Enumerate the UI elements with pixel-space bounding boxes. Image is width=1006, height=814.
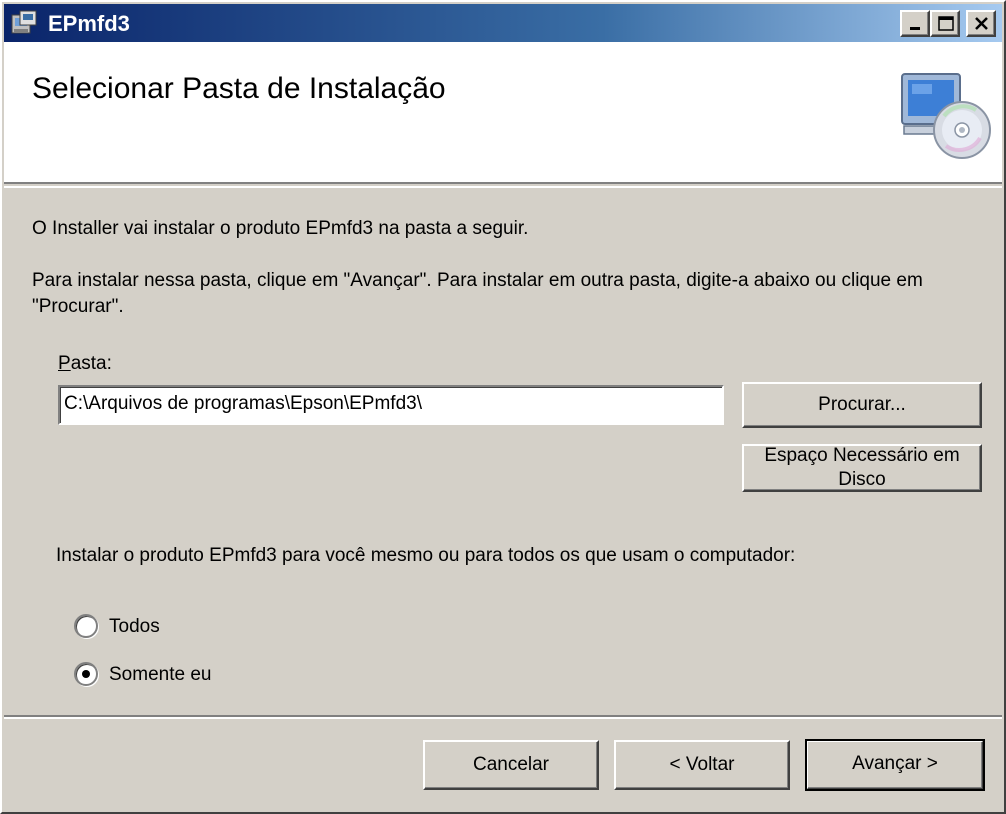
install-for-text: Instalar o produto EPmfd3 para você mesm… [56,545,796,566]
back-button[interactable]: < Voltar [614,740,790,790]
folder-label-text: asta: [70,353,112,374]
computer-cd-icon [901,73,991,159]
radio-everyone[interactable] [74,614,98,638]
folder-label: Pasta: [58,351,112,377]
radio-just-me-label[interactable]: Somente eu [109,662,211,688]
banner-divider [4,186,1002,188]
disk-cost-button[interactable]: Espaço Necessário em Disco [742,444,982,492]
maximize-button[interactable] [930,10,960,37]
cancel-button[interactable]: Cancelar [423,740,599,790]
folder-path-input[interactable]: C:\Arquivos de programas\Epson\EPmfd3\ [58,385,724,425]
radio-everyone-label[interactable]: Todos [109,614,160,640]
installer-window: EPmfd3 Selecionar Pasta de Instalação O … [0,0,1006,814]
radio-selected-dot [82,670,90,678]
minimize-button[interactable] [900,10,930,37]
page-heading: Selecionar Pasta de Instalação [32,72,446,105]
instructions-text: Para instalar nessa pasta, clique em "Av… [32,270,923,317]
minimize-icon [910,27,920,30]
folder-label-mnemonic: P [58,353,71,374]
window-title: EPmfd3 [48,11,130,36]
disk-cost-label: Espaço Necessário em Disco [764,445,960,490]
close-button[interactable] [966,10,996,37]
title-bar[interactable]: EPmfd3 [4,4,1002,42]
info-text: O Installer vai instalar o produto EPmfd… [32,218,529,239]
footer-divider-highlight [4,717,1002,719]
next-button[interactable]: Avançar > [805,739,985,791]
header-banner [4,42,1002,184]
installer-app-icon [11,10,37,34]
close-icon [975,17,988,30]
maximize-icon [938,16,954,31]
browse-button[interactable]: Procurar... [742,382,982,428]
radio-just-me[interactable] [74,662,98,686]
